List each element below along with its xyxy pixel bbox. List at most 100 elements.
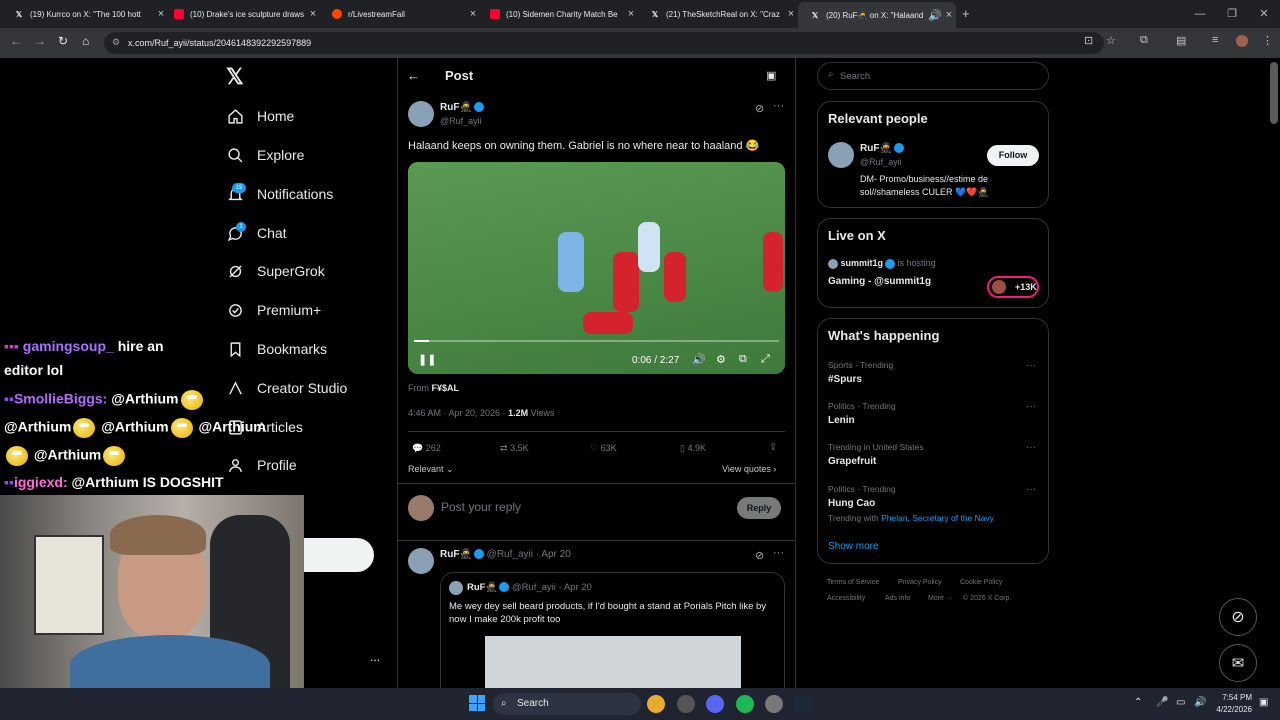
grok-analyze-icon[interactable]: ⊘ <box>755 102 764 115</box>
reply-action[interactable]: 💬 262 <box>412 443 441 454</box>
browser-tab[interactable]: 𝕏 (19) Kurrco on X: "The 100 hott × <box>2 4 168 24</box>
avatar[interactable] <box>408 101 434 127</box>
footer-link[interactable]: Cookie Policy <box>960 579 1002 586</box>
footer-link[interactable]: Privacy Policy <box>898 579 942 586</box>
address-bar[interactable]: ⚙ x.com/Ruf_ayii/status/2046148392292597… <box>104 32 1104 54</box>
avatar[interactable] <box>408 548 434 574</box>
close-window-icon[interactable]: ✕ <box>1248 0 1280 28</box>
messages-float-icon[interactable]: ✉ <box>1219 644 1257 682</box>
taskbar-search[interactable]: ⌕ Search <box>493 693 641 715</box>
media-icon[interactable]: ≡ <box>1212 34 1218 46</box>
footer-link[interactable]: Ads info <box>885 595 910 602</box>
more-options-icon[interactable]: ··· <box>1026 484 1036 495</box>
steam-icon[interactable] <box>794 695 812 713</box>
extensions-icon[interactable]: ⧉ <box>1140 34 1148 47</box>
home-browser-icon[interactable]: ⌂ <box>82 34 89 48</box>
volume-icon[interactable]: 🔊 <box>692 353 706 366</box>
browser-tab[interactable]: (10) Drake's ice sculpture draws × <box>162 4 320 24</box>
avatar[interactable] <box>828 142 854 168</box>
share-icon[interactable]: ⇪ <box>769 442 777 453</box>
my-avatar[interactable] <box>408 495 434 521</box>
more-options-icon[interactable]: ··· <box>1026 442 1036 453</box>
nav-explore[interactable]: Explore <box>226 141 304 169</box>
live-show-title[interactable]: Gaming - @summit1g <box>828 276 931 287</box>
more-options-icon[interactable]: ··· <box>773 547 784 559</box>
footer-link[interactable]: More ··· <box>928 595 953 602</box>
fullscreen-icon[interactable]: ⤢ <box>761 353 770 366</box>
person-name[interactable]: RuF🥷 <box>860 143 904 154</box>
reply-button[interactable]: Reply <box>737 497 781 519</box>
site-info-icon[interactable]: ⚙ <box>112 37 120 48</box>
trend-item[interactable]: Trending in United States Grapefruit ··· <box>828 442 1036 467</box>
sidepanel-icon[interactable]: ▤ <box>1176 34 1186 47</box>
install-app-icon[interactable]: ⊡ <box>1084 34 1093 47</box>
nav-home[interactable]: Home <box>226 102 294 130</box>
quoted-post[interactable]: RuF🥷 @Ruf_ayii · Apr 20 Me wey dey sell … <box>440 572 785 702</box>
trend-item[interactable]: Sports · Trending #Spurs ··· <box>828 360 1036 385</box>
settings-app-icon[interactable] <box>765 695 783 713</box>
clock-time[interactable]: 7:54 PM <box>1212 693 1252 702</box>
network-icon[interactable]: ▭ <box>1176 697 1185 708</box>
clock-date[interactable]: 4/22/2026 <box>1205 705 1252 714</box>
forward-icon[interactable]: → <box>34 34 46 48</box>
notification-center-icon[interactable]: ▣ <box>1259 697 1268 708</box>
profile-avatar-icon[interactable] <box>1236 35 1248 47</box>
back-icon[interactable]: ← <box>10 34 22 48</box>
minimize-icon[interactable]: — <box>1184 0 1216 28</box>
close-icon[interactable]: × <box>942 9 956 21</box>
grok-float-icon[interactable]: ⊘ <box>1219 598 1257 636</box>
video-player[interactable]: ❚❚ 0:06 / 2:27 🔊 ⚙ ⧉ ⤢ <box>408 162 785 374</box>
pause-icon[interactable]: ❚❚ <box>418 353 436 366</box>
nav-chat[interactable]: Chat <box>226 219 287 247</box>
more-options-icon[interactable]: ··· <box>1026 360 1036 371</box>
more-options-icon[interactable]: ··· <box>1026 401 1036 412</box>
author-handle[interactable]: @Ruf_ayii <box>440 116 482 126</box>
new-tab-button[interactable]: + <box>962 6 970 21</box>
start-icon[interactable] <box>469 695 485 711</box>
nav-supergrok[interactable]: SuperGrok <box>226 257 325 285</box>
bookmark-star-icon[interactable]: ☆ <box>1106 34 1116 47</box>
settings-icon[interactable]: ⚙ <box>716 353 726 366</box>
scrollbar[interactable] <box>1270 62 1278 124</box>
mic-icon[interactable]: 🎤 <box>1156 697 1168 708</box>
view-quotes-link[interactable]: View quotes › <box>722 464 776 474</box>
reader-view-icon[interactable]: ▣ <box>766 69 776 82</box>
grok-analyze-icon[interactable]: ⊘ <box>755 549 764 562</box>
follow-button[interactable]: Follow <box>987 145 1039 166</box>
reload-icon[interactable]: ↻ <box>58 34 68 48</box>
reply-input[interactable]: Post your reply <box>441 500 521 514</box>
speaker-icon[interactable]: 🔊 <box>928 9 942 22</box>
footer-link[interactable]: Accessibility <box>827 595 865 602</box>
close-icon[interactable]: × <box>306 8 320 20</box>
bookmark-action[interactable]: ▯ 4.9K <box>680 443 706 454</box>
close-icon[interactable]: × <box>784 8 798 20</box>
live-host[interactable]: summit1g is hosting <box>828 258 936 269</box>
footer-link[interactable]: Terms of Service <box>827 579 879 586</box>
show-more-link[interactable]: Show more <box>828 541 879 552</box>
reply-author[interactable]: RuF🥷 @Ruf_ayii · Apr 20 <box>440 549 571 560</box>
browser-tab[interactable]: r/LivestreamFail × <box>320 4 480 24</box>
menu-icon[interactable]: ⋮ <box>1262 34 1273 47</box>
more-options-icon[interactable]: ··· <box>773 100 784 112</box>
back-arrow-icon[interactable]: ← <box>407 68 420 83</box>
search-input[interactable]: ⌕ Search <box>817 62 1049 90</box>
maximize-icon[interactable]: ❐ <box>1216 0 1248 28</box>
nav-premium[interactable]: Premium+ <box>226 296 321 324</box>
browser-tab[interactable]: (10) Sidemen Charity Match Be × <box>478 4 638 24</box>
trend-item[interactable]: Politics · Trending Hung Cao Trending with… <box>828 484 1036 523</box>
repost-action[interactable]: ⇄ 3.5K <box>500 443 529 454</box>
like-action[interactable]: ♡ 63K <box>590 443 617 454</box>
video-progress-track[interactable] <box>414 340 779 342</box>
tray-chevron-icon[interactable]: ⌃ <box>1134 697 1142 708</box>
live-listeners[interactable]: +13K <box>987 276 1039 298</box>
close-icon[interactable]: × <box>624 8 638 20</box>
account-more-icon[interactable]: ... <box>370 650 380 664</box>
sort-relevant[interactable]: Relevant ⌄ <box>408 464 454 475</box>
chrome-icon[interactable] <box>647 695 665 713</box>
app-icon[interactable] <box>677 695 695 713</box>
trend-item[interactable]: Politics · Trending Lenin ··· <box>828 401 1036 426</box>
browser-tab-active[interactable]: 𝕏 (20) RuF🥷 on X: "Halaand 🔊 × <box>798 2 956 28</box>
discord-icon[interactable] <box>706 695 724 713</box>
pip-icon[interactable]: ⧉ <box>739 353 747 366</box>
author-name[interactable]: RuF🥷 <box>440 102 484 113</box>
